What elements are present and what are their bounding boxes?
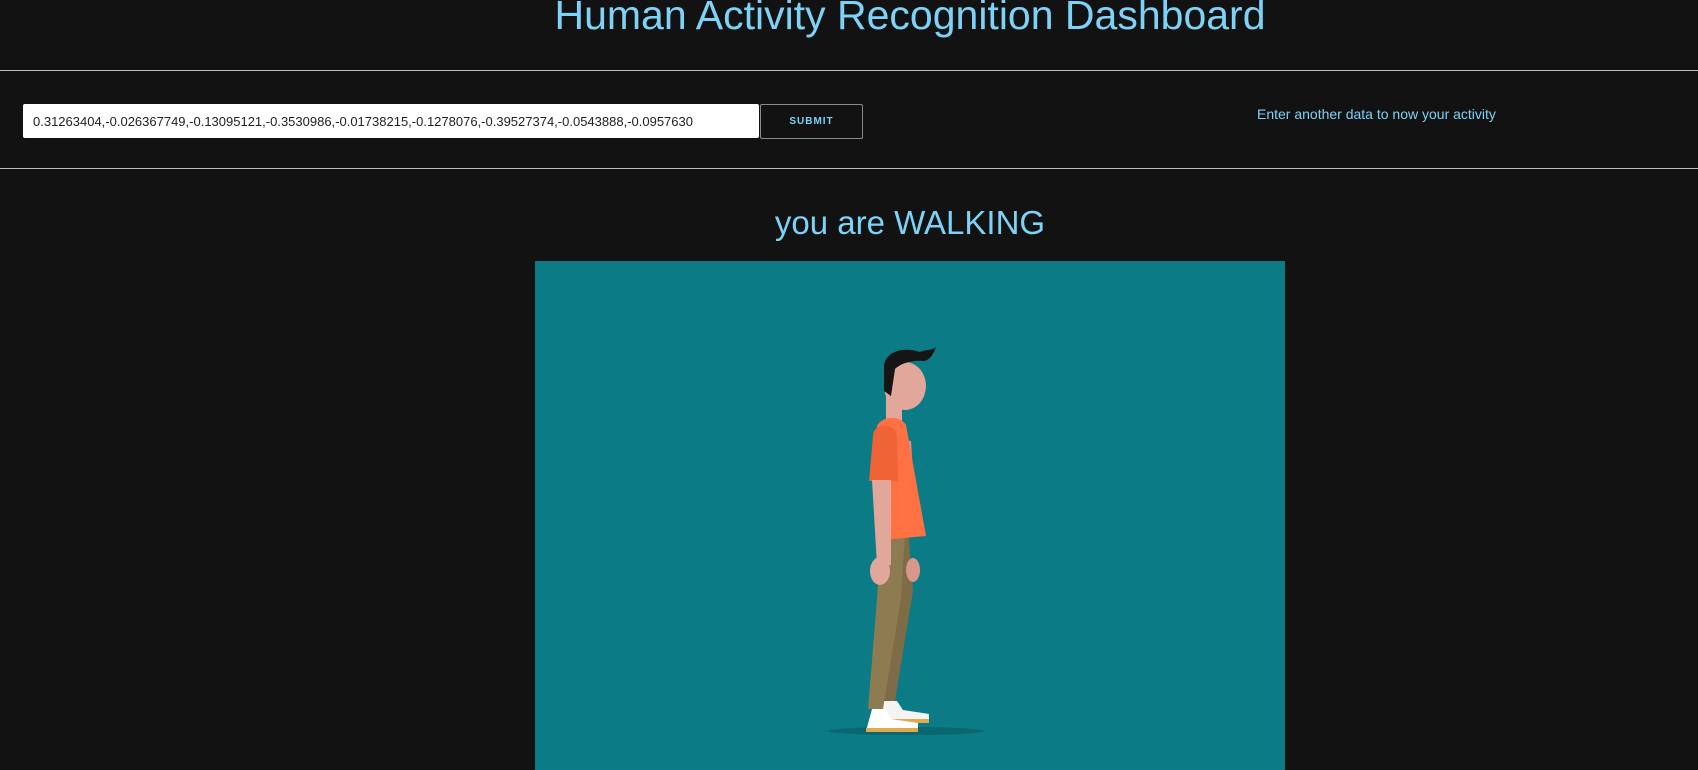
sensor-data-input[interactable] [23, 104, 759, 138]
submit-button[interactable]: SUBMIT [760, 104, 863, 139]
front-hand [870, 557, 890, 585]
activity-result-heading: you are WALKING [774, 204, 1046, 241]
activity-illustration-panel [535, 261, 1285, 770]
walking-person-illustration [828, 347, 984, 735]
dashboard-page: Human Activity Recognition Dashboard SUB… [0, 0, 1698, 770]
front-shoe-sole [866, 728, 918, 732]
sleeve [869, 425, 898, 481]
front-arm [872, 480, 891, 565]
page-title: Human Activity Recognition Dashboard [554, 0, 1266, 38]
back-hand [906, 558, 920, 582]
form-divider [0, 168, 1698, 169]
header-divider [0, 70, 1698, 71]
instruction-text: Enter another data to now your activity [1257, 106, 1496, 122]
